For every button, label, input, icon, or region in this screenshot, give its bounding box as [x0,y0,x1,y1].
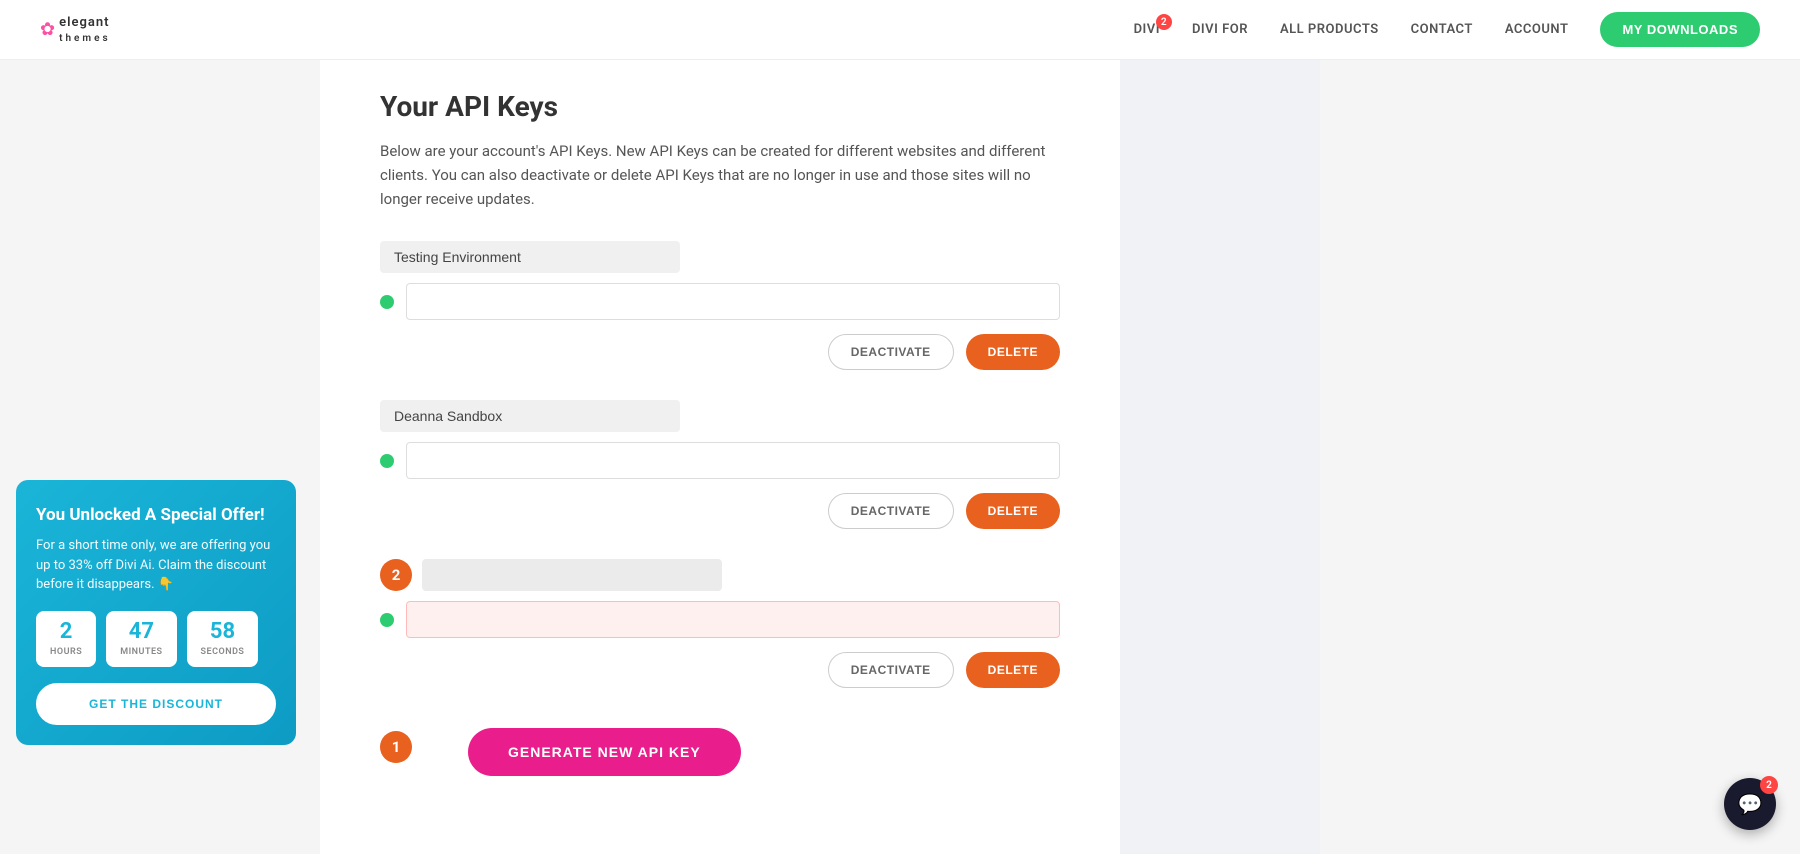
my-downloads-button[interactable]: MY DOWNLOADS [1600,12,1760,47]
deactivate-button-1[interactable]: DEACTIVATE [828,334,954,370]
right-sidebar [1120,60,1320,854]
countdown-minutes: 47 MINUTES [106,611,176,667]
divi-badge: 2 [1156,14,1172,30]
hours-label: HOURS [50,647,82,657]
api-key-input-2[interactable] [406,442,1060,479]
nav-contact[interactable]: CONTACT [1411,22,1473,37]
promo-sidebar: You Unlocked A Special Offer! For a shor… [0,60,320,854]
entry-header-3: 2 [380,559,1060,591]
api-key-row-3 [380,601,1060,638]
api-name-field-2[interactable] [380,400,680,432]
promo-desc: For a short time only, we are offering y… [36,536,276,595]
nav-divi[interactable]: DIVI 2 [1134,22,1160,37]
page-title: Your API Keys [380,90,1060,123]
api-name-field-1[interactable] [380,241,680,273]
promo-title: You Unlocked A Special Offer! [36,504,276,526]
nav-all-products[interactable]: ALL PRODUCTS [1280,22,1379,37]
generate-badge: 1 [380,731,412,763]
delete-button-1[interactable]: DELETE [966,334,1060,370]
api-key-row-1 [380,283,1060,320]
minutes-value: 47 [120,621,162,643]
nav-divi-for[interactable]: DIVI FOR [1192,22,1248,37]
api-actions-3: DEACTIVATE DELETE [380,652,1060,688]
status-dot-2 [380,454,394,468]
deactivate-button-2[interactable]: DEACTIVATE [828,493,954,529]
countdown-hours: 2 HOURS [36,611,96,667]
header: ✿ elegantthemes DIVI 2 DIVI FOR ALL PROD… [0,0,1800,60]
delete-button-2[interactable]: DELETE [966,493,1060,529]
main-content: Your API Keys Below are your account's A… [320,60,1120,854]
status-dot-1 [380,295,394,309]
delete-button-3[interactable]: DELETE [966,652,1060,688]
generate-api-key-button[interactable]: GENERATE NEW API KEY [468,728,741,776]
logo: ✿ elegantthemes [40,15,111,45]
minutes-label: MINUTES [120,647,162,657]
main-nav: DIVI 2 DIVI FOR ALL PRODUCTS CONTACT ACC… [1134,12,1760,47]
api-entry-2: DEACTIVATE DELETE [380,400,1060,529]
api-actions-2: DEACTIVATE DELETE [380,493,1060,529]
deactivate-button-3[interactable]: DEACTIVATE [828,652,954,688]
get-discount-button[interactable]: GET THE DISCOUNT [36,683,276,725]
api-actions-1: DEACTIVATE DELETE [380,334,1060,370]
status-dot-3 [380,613,394,627]
api-entry-1: DEACTIVATE DELETE [380,241,1060,370]
seconds-value: 58 [201,621,245,643]
api-name-field-3[interactable] [422,559,722,591]
logo-icon: ✿ [40,19,55,40]
chat-widget[interactable]: 💬 2 [1724,778,1776,830]
entry-badge-3: 2 [380,559,412,591]
countdown-seconds: 58 SECONDS [187,611,259,667]
generate-row: 1 GENERATE NEW API KEY [380,718,1060,776]
chat-badge: 2 [1760,776,1778,794]
page-description: Below are your account's API Keys. New A… [380,139,1060,211]
api-entry-3: 2 DEACTIVATE DELETE [380,559,1060,688]
countdown: 2 HOURS 47 MINUTES 58 SECONDS [36,611,276,667]
hours-value: 2 [50,621,82,643]
logo-text: elegantthemes [59,15,111,45]
seconds-label: SECONDS [201,647,245,657]
api-key-input-1[interactable] [406,283,1060,320]
api-key-input-3[interactable] [406,601,1060,638]
page-layout: You Unlocked A Special Offer! For a shor… [0,60,1800,854]
nav-account[interactable]: ACCOUNT [1505,22,1569,37]
api-key-row-2 [380,442,1060,479]
chat-icon: 💬 [1738,792,1763,816]
promo-card: You Unlocked A Special Offer! For a shor… [16,480,296,745]
